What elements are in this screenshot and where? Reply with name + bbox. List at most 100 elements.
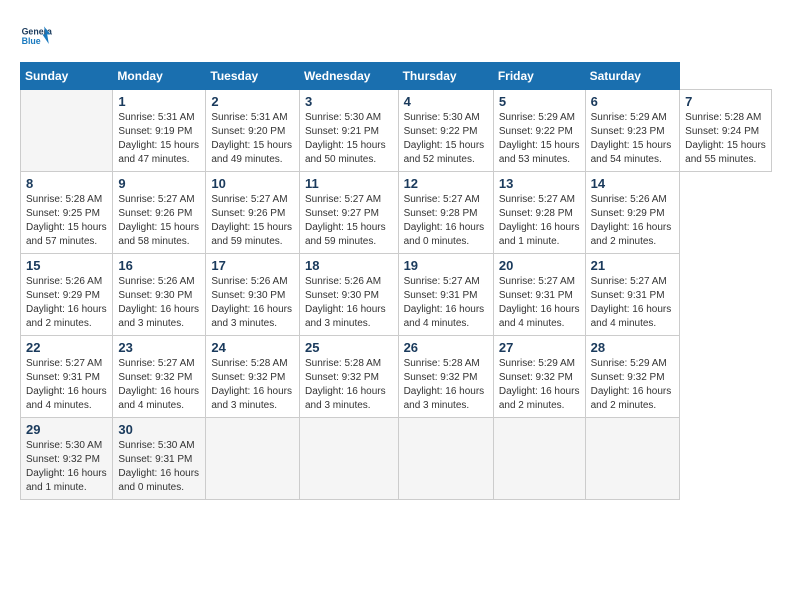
empty-cell [398, 418, 493, 500]
daylight-label: Daylight: 16 hours and 4 minutes. [591, 304, 672, 329]
day-number: 9 [118, 176, 200, 191]
sunset-label: Sunset: 9:32 PM [26, 454, 100, 465]
sunrise-label: Sunrise: 5:28 AM [26, 194, 102, 205]
day-cell-9: 9 Sunrise: 5:27 AM Sunset: 9:26 PM Dayli… [113, 172, 206, 254]
daylight-label: Daylight: 16 hours and 2 minutes. [591, 386, 672, 411]
day-number: 15 [26, 258, 107, 273]
day-info: Sunrise: 5:27 AM Sunset: 9:26 PM Dayligh… [211, 193, 294, 249]
day-number: 3 [305, 94, 393, 109]
day-number: 21 [591, 258, 675, 273]
calendar-week-4: 22 Sunrise: 5:27 AM Sunset: 9:31 PM Dayl… [21, 336, 772, 418]
sunset-label: Sunset: 9:32 PM [499, 372, 573, 383]
day-number: 16 [118, 258, 200, 273]
sunrise-label: Sunrise: 5:26 AM [26, 276, 102, 287]
day-info: Sunrise: 5:29 AM Sunset: 9:22 PM Dayligh… [499, 111, 580, 167]
daylight-label: Daylight: 16 hours and 3 minutes. [305, 386, 386, 411]
day-info: Sunrise: 5:27 AM Sunset: 9:31 PM Dayligh… [499, 275, 580, 331]
sunset-label: Sunset: 9:31 PM [499, 290, 573, 301]
daylight-label: Daylight: 15 hours and 54 minutes. [591, 140, 672, 165]
daylight-label: Daylight: 15 hours and 53 minutes. [499, 140, 580, 165]
day-cell-12: 12 Sunrise: 5:27 AM Sunset: 9:28 PM Dayl… [398, 172, 493, 254]
day-info: Sunrise: 5:30 AM Sunset: 9:21 PM Dayligh… [305, 111, 393, 167]
sunrise-label: Sunrise: 5:27 AM [591, 276, 667, 287]
day-cell-14: 14 Sunrise: 5:26 AM Sunset: 9:29 PM Dayl… [585, 172, 680, 254]
sunrise-label: Sunrise: 5:26 AM [591, 194, 667, 205]
sunrise-label: Sunrise: 5:27 AM [211, 194, 287, 205]
daylight-label: Daylight: 16 hours and 1 minute. [26, 468, 107, 493]
sunrise-label: Sunrise: 5:29 AM [591, 112, 667, 123]
day-number: 11 [305, 176, 393, 191]
empty-cell [493, 418, 585, 500]
daylight-label: Daylight: 16 hours and 4 minutes. [26, 386, 107, 411]
calendar-header-wednesday: Wednesday [299, 63, 398, 90]
sunset-label: Sunset: 9:29 PM [26, 290, 100, 301]
sunrise-label: Sunrise: 5:28 AM [404, 358, 480, 369]
sunrise-label: Sunrise: 5:27 AM [118, 194, 194, 205]
day-cell-15: 15 Sunrise: 5:26 AM Sunset: 9:29 PM Dayl… [21, 254, 113, 336]
day-number: 7 [685, 94, 766, 109]
day-info: Sunrise: 5:31 AM Sunset: 9:19 PM Dayligh… [118, 111, 200, 167]
calendar-header-friday: Friday [493, 63, 585, 90]
day-cell-10: 10 Sunrise: 5:27 AM Sunset: 9:26 PM Dayl… [206, 172, 300, 254]
daylight-label: Daylight: 16 hours and 3 minutes. [211, 386, 292, 411]
day-cell-21: 21 Sunrise: 5:27 AM Sunset: 9:31 PM Dayl… [585, 254, 680, 336]
day-cell-16: 16 Sunrise: 5:26 AM Sunset: 9:30 PM Dayl… [113, 254, 206, 336]
day-info: Sunrise: 5:27 AM Sunset: 9:26 PM Dayligh… [118, 193, 200, 249]
day-info: Sunrise: 5:27 AM Sunset: 9:28 PM Dayligh… [499, 193, 580, 249]
sunrise-label: Sunrise: 5:30 AM [26, 440, 102, 451]
sunrise-label: Sunrise: 5:28 AM [211, 358, 287, 369]
empty-cell [21, 90, 113, 172]
sunrise-label: Sunrise: 5:30 AM [404, 112, 480, 123]
day-number: 18 [305, 258, 393, 273]
day-info: Sunrise: 5:28 AM Sunset: 9:32 PM Dayligh… [404, 357, 488, 413]
day-info: Sunrise: 5:31 AM Sunset: 9:20 PM Dayligh… [211, 111, 294, 167]
calendar-week-1: 1 Sunrise: 5:31 AM Sunset: 9:19 PM Dayli… [21, 90, 772, 172]
sunrise-label: Sunrise: 5:27 AM [404, 194, 480, 205]
sunset-label: Sunset: 9:26 PM [118, 208, 192, 219]
sunset-label: Sunset: 9:27 PM [305, 208, 379, 219]
sunset-label: Sunset: 9:30 PM [118, 290, 192, 301]
day-number: 29 [26, 422, 107, 437]
sunrise-label: Sunrise: 5:31 AM [211, 112, 287, 123]
day-number: 22 [26, 340, 107, 355]
day-number: 6 [591, 94, 675, 109]
sunset-label: Sunset: 9:31 PM [591, 290, 665, 301]
daylight-label: Daylight: 16 hours and 3 minutes. [118, 304, 199, 329]
day-cell-2: 2 Sunrise: 5:31 AM Sunset: 9:20 PM Dayli… [206, 90, 300, 172]
day-cell-5: 5 Sunrise: 5:29 AM Sunset: 9:22 PM Dayli… [493, 90, 585, 172]
sunset-label: Sunset: 9:31 PM [118, 454, 192, 465]
page-header: General Blue [20, 20, 772, 52]
empty-cell [206, 418, 300, 500]
sunset-label: Sunset: 9:31 PM [26, 372, 100, 383]
sunset-label: Sunset: 9:32 PM [211, 372, 285, 383]
day-number: 27 [499, 340, 580, 355]
day-number: 2 [211, 94, 294, 109]
day-info: Sunrise: 5:29 AM Sunset: 9:32 PM Dayligh… [591, 357, 675, 413]
day-info: Sunrise: 5:27 AM Sunset: 9:31 PM Dayligh… [404, 275, 488, 331]
empty-cell [299, 418, 398, 500]
day-cell-24: 24 Sunrise: 5:28 AM Sunset: 9:32 PM Dayl… [206, 336, 300, 418]
day-number: 23 [118, 340, 200, 355]
day-cell-22: 22 Sunrise: 5:27 AM Sunset: 9:31 PM Dayl… [21, 336, 113, 418]
sunset-label: Sunset: 9:32 PM [305, 372, 379, 383]
daylight-label: Daylight: 15 hours and 57 minutes. [26, 222, 107, 247]
svg-text:Blue: Blue [22, 36, 41, 46]
day-info: Sunrise: 5:26 AM Sunset: 9:29 PM Dayligh… [591, 193, 675, 249]
day-info: Sunrise: 5:28 AM Sunset: 9:24 PM Dayligh… [685, 111, 766, 167]
day-info: Sunrise: 5:30 AM Sunset: 9:32 PM Dayligh… [26, 439, 107, 495]
sunrise-label: Sunrise: 5:30 AM [305, 112, 381, 123]
logo: General Blue [20, 20, 52, 52]
daylight-label: Daylight: 16 hours and 4 minutes. [404, 304, 485, 329]
empty-cell [585, 418, 680, 500]
calendar-header-row: SundayMondayTuesdayWednesdayThursdayFrid… [21, 63, 772, 90]
daylight-label: Daylight: 16 hours and 2 minutes. [26, 304, 107, 329]
day-info: Sunrise: 5:26 AM Sunset: 9:30 PM Dayligh… [211, 275, 294, 331]
daylight-label: Daylight: 16 hours and 2 minutes. [499, 386, 580, 411]
day-number: 30 [118, 422, 200, 437]
day-info: Sunrise: 5:26 AM Sunset: 9:30 PM Dayligh… [305, 275, 393, 331]
day-info: Sunrise: 5:30 AM Sunset: 9:22 PM Dayligh… [404, 111, 488, 167]
day-number: 8 [26, 176, 107, 191]
sunset-label: Sunset: 9:28 PM [499, 208, 573, 219]
sunrise-label: Sunrise: 5:29 AM [499, 358, 575, 369]
day-info: Sunrise: 5:29 AM Sunset: 9:32 PM Dayligh… [499, 357, 580, 413]
